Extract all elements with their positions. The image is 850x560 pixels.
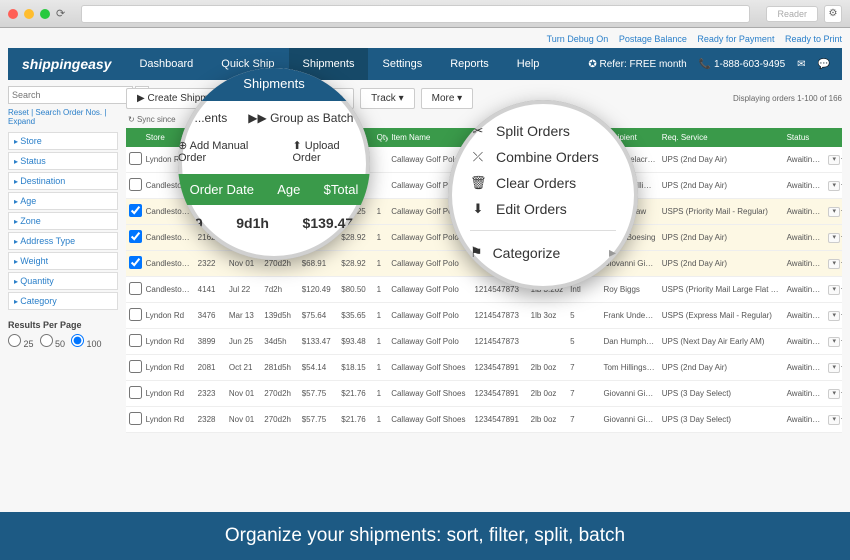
link-debug[interactable]: Turn Debug On (547, 34, 609, 44)
mail-icon[interactable]: ✉ (797, 59, 805, 70)
nav-help[interactable]: Help (503, 48, 554, 80)
results-per-page: Results Per Page 25 50 100 (8, 320, 118, 349)
col-Req. Service[interactable]: Req. Service (659, 128, 784, 147)
rpp-25[interactable]: 25 (8, 339, 34, 349)
chat-icon[interactable]: 💬 (818, 59, 830, 70)
upload-order[interactable]: ⬆ Upload Order (293, 139, 371, 164)
logo[interactable]: shippingeasy (8, 56, 125, 72)
menu-clear-orders[interactable]: 🗑Clear Orders (470, 170, 616, 196)
lens1-v-age: 9d1h (236, 215, 269, 231)
rpp-title: Results Per Page (8, 320, 118, 330)
col-Qty[interactable]: Qty (374, 128, 389, 147)
caption-banner: Organize your shipments: sort, filter, s… (0, 512, 850, 560)
traffic-light-min[interactable] (24, 9, 34, 19)
link-ready-payment[interactable]: Ready for Payment (697, 34, 774, 44)
col-blank[interactable] (825, 128, 842, 147)
filter-quantity[interactable]: Quantity (8, 272, 118, 290)
menu-edit-orders[interactable]: ⬇Edit Orders (470, 196, 616, 222)
lens1-group-batch[interactable]: ▶▶ Group as Batch (248, 111, 353, 125)
filter-category[interactable]: Category (8, 292, 118, 310)
lens1-h-total: $Total (324, 182, 359, 197)
display-info: Displaying orders 1-100 of 166 (733, 94, 842, 103)
browser-chrome: ⟳ Reader ⚙ (0, 0, 850, 28)
filter-weight[interactable]: Weight (8, 252, 118, 270)
menu-split-orders[interactable]: ✂Split Orders (470, 118, 616, 144)
table-row[interactable]: Lyndon Rd3899Jun 2534d5h$133.47$93.481Ca… (126, 329, 842, 355)
magnifier-more-menu: ✂Split Orders⤫Combine Orders🗑Clear Order… (448, 100, 638, 290)
edit-icon: ⬇ (470, 201, 486, 217)
lens1-h-date: Order Date (190, 182, 254, 197)
more-button[interactable]: More ▾ (421, 88, 474, 109)
rpp-100[interactable]: 100 (71, 339, 102, 349)
filter-zone[interactable]: Zone (8, 212, 118, 230)
traffic-light-close[interactable] (8, 9, 18, 19)
reload-icon[interactable]: ⟳ (56, 7, 65, 20)
col-Item Name[interactable]: Item Name (388, 128, 471, 147)
search-input[interactable] (8, 86, 133, 104)
refer-link[interactable]: ✪ Refer: FREE month (588, 59, 686, 70)
link-postage[interactable]: Postage Balance (619, 34, 687, 44)
table-row[interactable]: Lyndon Rd2323Nov 01270d2h$57.75$21.761Ca… (126, 381, 842, 407)
traffic-light-max[interactable] (40, 9, 50, 19)
track-button[interactable]: Track ▾ (360, 88, 414, 109)
link-ready-print[interactable]: Ready to Print (785, 34, 842, 44)
rpp-50[interactable]: 50 (40, 339, 66, 349)
top-links: Turn Debug On Postage Balance Ready for … (8, 32, 842, 48)
menu-categorize[interactable]: ⚑Categorize▸ (470, 239, 616, 266)
flag-icon: ⚑ (470, 244, 483, 261)
reader-button[interactable]: Reader (766, 6, 818, 22)
table-row[interactable]: Lyndon Rd3476Mar 13139d5h$75.64$35.651Ca… (126, 303, 842, 329)
clear-icon: 🗑 (470, 175, 486, 191)
add-manual-order[interactable]: ⊕ Add Manual Order (178, 139, 279, 164)
filter-destination[interactable]: Destination (8, 172, 118, 190)
table-row[interactable]: Lyndon Rd2328Nov 01270d2h$57.75$21.761Ca… (126, 407, 842, 433)
filter-store[interactable]: Store (8, 132, 118, 150)
phone-link[interactable]: 📞 1-888-603-9495 (699, 59, 785, 70)
lens1-tab-shipments[interactable]: ...ents (195, 111, 228, 125)
filter-age[interactable]: Age (8, 192, 118, 210)
col-Status[interactable]: Status (784, 128, 826, 147)
sidebar: 🔍 Reset | Search Order Nos. | Expand Sto… (8, 86, 118, 433)
nav-dashboard[interactable]: Dashboard (125, 48, 207, 80)
main-nav: shippingeasy Dashboard Quick Ship Shipme… (8, 48, 842, 80)
lens1-h-age: Age (277, 182, 300, 197)
filter-address-type[interactable]: Address Type (8, 232, 118, 250)
menu-combine-orders[interactable]: ⤫Combine Orders (470, 144, 616, 170)
col-blank[interactable] (126, 128, 143, 147)
table-row[interactable]: Lyndon Rd2081Oct 21281d5h$54.14$18.151Ca… (126, 355, 842, 381)
search-sub-links[interactable]: Reset | Search Order Nos. | Expand (8, 108, 118, 126)
combine-icon: ⤫ (470, 149, 486, 165)
nav-reports[interactable]: Reports (436, 48, 503, 80)
nav-settings[interactable]: Settings (368, 48, 436, 80)
table-row[interactable]: Candlestone Golf4141Jul 227d2h$120.49$80… (126, 277, 842, 303)
magnifier-batch: Shipments ...ents ▶▶ Group as Batch ⊕ Ad… (178, 68, 370, 260)
url-bar[interactable] (81, 5, 750, 23)
gear-icon[interactable]: ⚙ (824, 5, 842, 23)
filter-status[interactable]: Status (8, 152, 118, 170)
